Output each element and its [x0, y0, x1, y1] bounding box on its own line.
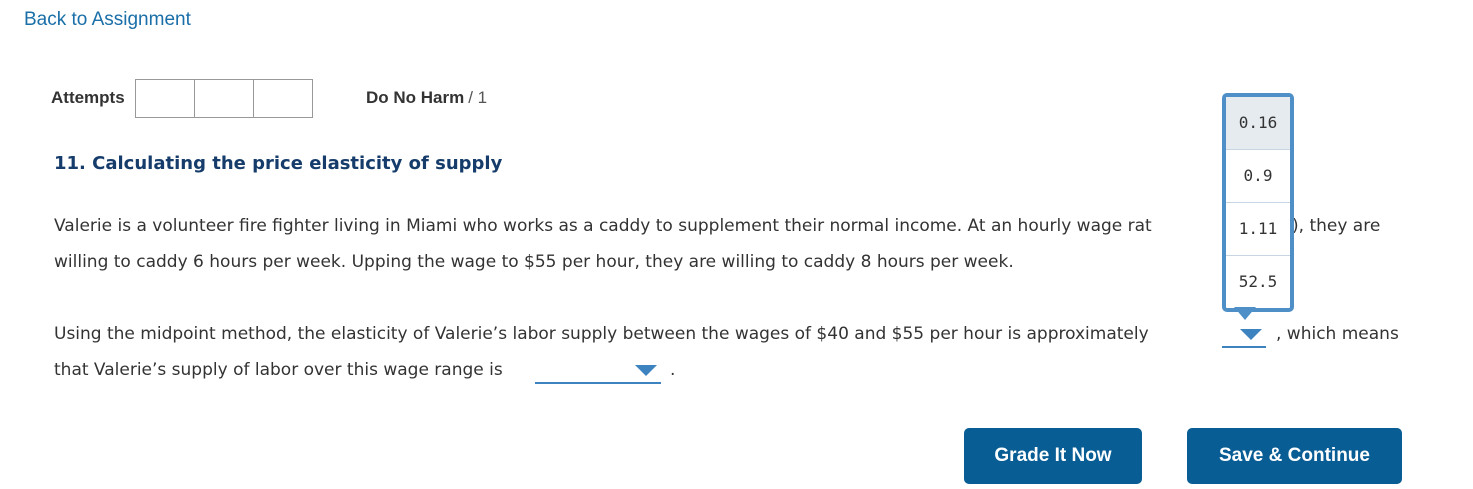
- prompt-text-fragment: , which means: [1276, 324, 1399, 344]
- elasticity-option[interactable]: 0.16: [1226, 97, 1290, 150]
- back-to-assignment-link[interactable]: Back to Assignment: [24, 9, 191, 31]
- chevron-down-icon: [1240, 329, 1262, 340]
- save-and-continue-button[interactable]: Save & Continue: [1187, 428, 1402, 484]
- elasticity-option[interactable]: 0.9: [1226, 150, 1290, 203]
- question-text-line: Valerie is a volunteer fire fighter livi…: [54, 216, 1152, 236]
- grade-it-now-button[interactable]: Grade It Now: [964, 428, 1142, 484]
- attempt-box: [135, 79, 195, 118]
- elasticity-dropdown[interactable]: [1222, 327, 1266, 348]
- question-title: 11. Calculating the price elasticity of …: [54, 153, 503, 174]
- attempt-box: [253, 79, 313, 118]
- question-text-fragment: ), they are: [1292, 216, 1381, 236]
- attempts-label: Attempts: [51, 88, 125, 107]
- period-text: .: [670, 360, 676, 380]
- supply-type-dropdown[interactable]: [535, 363, 661, 384]
- policy-label: Do No Harm: [366, 88, 465, 107]
- grading-policy: Do No Harm/ 1: [366, 88, 487, 108]
- elasticity-option[interactable]: 52.5: [1226, 256, 1290, 308]
- elasticity-option[interactable]: 1.11: [1226, 203, 1290, 256]
- prompt-text-line: that Valerie’s supply of labor over this…: [54, 360, 503, 380]
- prompt-text-line: Using the midpoint method, the elasticit…: [54, 324, 1149, 344]
- score-text: / 1: [468, 88, 488, 107]
- dropdown-pointer-icon: [1234, 307, 1256, 320]
- attempts-indicator: [135, 79, 313, 118]
- chevron-down-icon: [635, 365, 657, 376]
- attempt-box: [194, 79, 254, 118]
- question-text-line: willing to caddy 6 hours per week. Uppin…: [54, 252, 1014, 272]
- elasticity-options-list: 0.16 0.9 1.11 52.5: [1222, 93, 1294, 312]
